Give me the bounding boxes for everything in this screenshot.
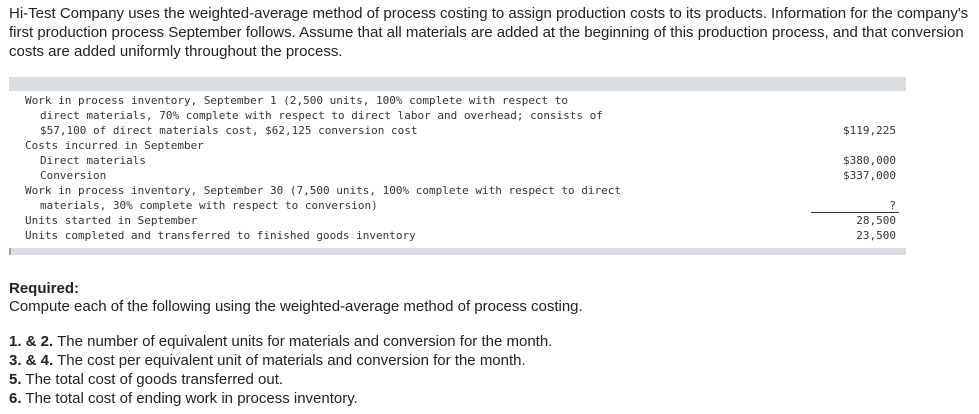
table-row-value: $337,000 xyxy=(843,169,896,182)
table-row-value: 23,500 xyxy=(856,229,896,242)
item-text: The total cost of goods transferred out. xyxy=(21,371,284,388)
item-number: 5. xyxy=(9,371,22,388)
table-row-label: Direct materials xyxy=(40,154,146,167)
list-item: 6. The total cost of ending work in proc… xyxy=(9,389,552,408)
item-text: The total cost of ending work in process… xyxy=(21,390,358,407)
table-row-label: materials, 30% complete with respect to … xyxy=(40,199,378,212)
required-instruction: Compute each of the following using the … xyxy=(9,298,583,315)
table-row-label: Units started in September xyxy=(25,214,198,227)
required-heading: Required: xyxy=(9,280,80,297)
list-item: 1. & 2. The number of equivalent units f… xyxy=(9,332,552,351)
table-row-value: $119,225 xyxy=(843,124,896,137)
table-row-label: $57,100 of direct materials cost, $62,12… xyxy=(40,124,418,137)
table-row-value: $380,000 xyxy=(843,154,896,167)
table-row-value: 28,500 xyxy=(856,214,896,227)
table-bottom-bar xyxy=(9,248,906,255)
requirements-list: 1. & 2. The number of equivalent units f… xyxy=(9,332,552,408)
item-number: 1. & 2. xyxy=(9,333,54,350)
list-item: 5. The total cost of goods transferred o… xyxy=(9,370,552,389)
data-table: Work in process inventory, September 1 (… xyxy=(9,77,906,256)
item-text: The number of equivalent units for mater… xyxy=(53,333,553,350)
table-row-label: direct materials, 70% complete with resp… xyxy=(40,109,603,122)
table-row-label: Costs incurred in September xyxy=(25,139,204,152)
table-row-label: Work in process inventory, September 1 (… xyxy=(25,94,569,107)
table-top-bar xyxy=(9,77,906,91)
table-row-label: Units completed and transferred to finis… xyxy=(25,229,416,242)
item-number: 6. xyxy=(9,390,22,407)
list-item: 3. & 4. The cost per equivalent unit of … xyxy=(9,351,552,370)
item-text: The cost per equivalent unit of material… xyxy=(53,352,526,369)
table-bottom-tick xyxy=(9,248,11,255)
table-row-label: Work in process inventory, September 30 … xyxy=(25,184,622,197)
item-number: 3. & 4. xyxy=(9,352,54,369)
problem-intro: Hi-Test Company uses the weighted-averag… xyxy=(9,5,969,60)
table-row-label: Conversion xyxy=(40,169,107,182)
table-row-value: ? xyxy=(889,199,896,212)
